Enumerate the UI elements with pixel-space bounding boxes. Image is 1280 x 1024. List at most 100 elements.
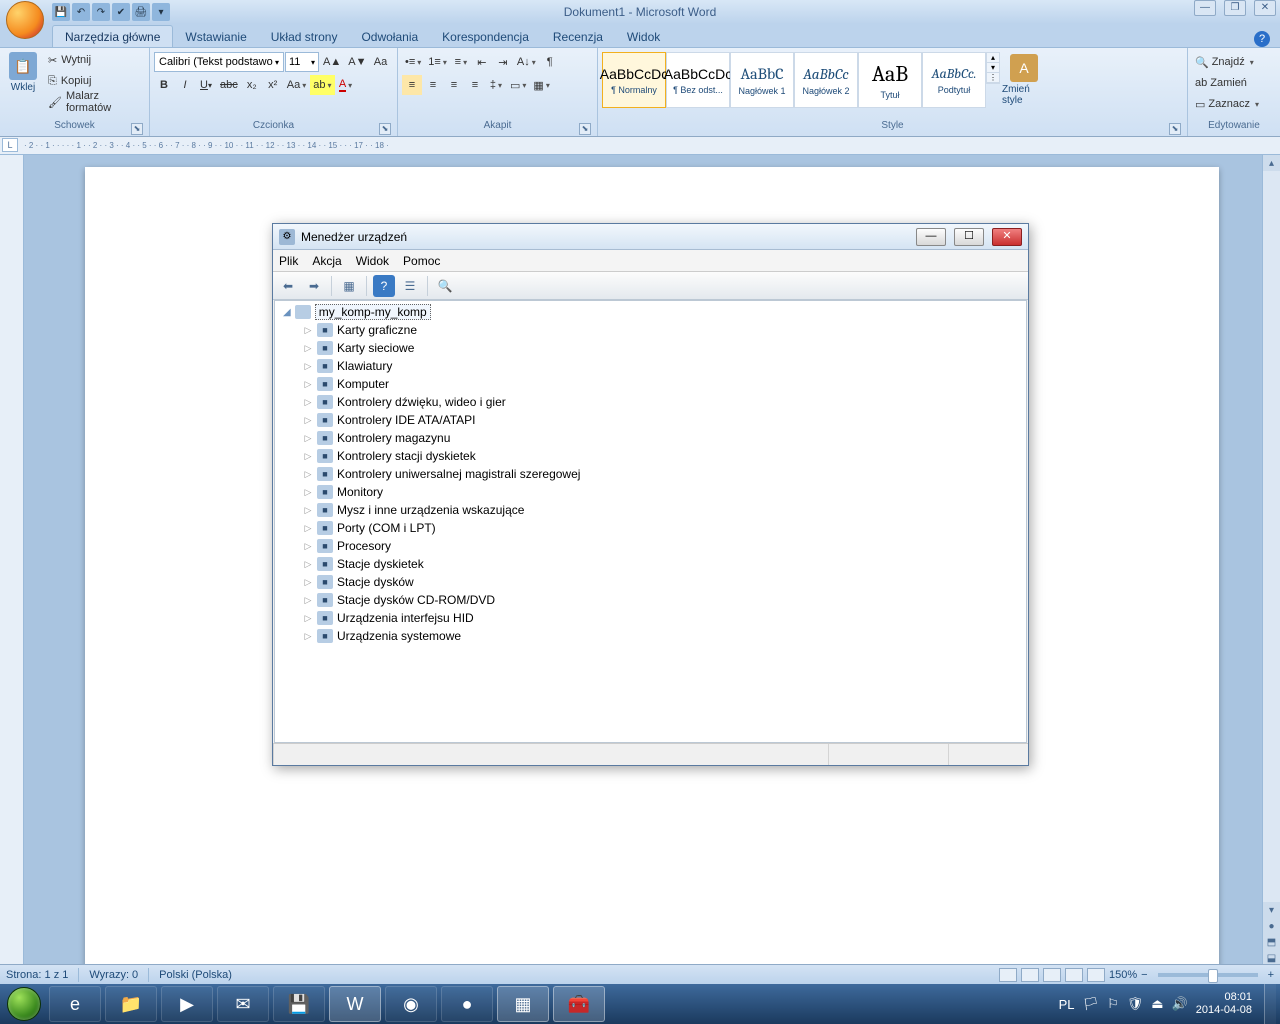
- tree-item[interactable]: ▷■Stacje dysków CD-ROM/DVD: [275, 591, 1026, 609]
- tab-view[interactable]: Widok: [615, 26, 672, 47]
- strike-button[interactable]: abc: [217, 75, 241, 95]
- style-nospace[interactable]: AaBbCcDc¶ Bez odst...: [666, 52, 730, 108]
- expand-icon[interactable]: ▷: [303, 448, 313, 464]
- devmgr-minimize[interactable]: —: [916, 228, 946, 246]
- show-hide-tree-icon[interactable]: ▦: [338, 275, 360, 297]
- back-icon[interactable]: ⬅: [277, 275, 299, 297]
- vertical-ruler[interactable]: [0, 155, 24, 984]
- line-spacing-button[interactable]: ‡: [486, 75, 506, 95]
- devmgr-maximize[interactable]: ☐: [954, 228, 984, 246]
- status-words[interactable]: Wyrazy: 0: [89, 969, 138, 981]
- view-fullscreen[interactable]: [1021, 968, 1039, 982]
- tray-volume-icon[interactable]: 🔊: [1172, 996, 1188, 1012]
- font-size-combo[interactable]: 11▾: [285, 52, 319, 72]
- tab-home[interactable]: Narzędzia główne: [52, 25, 173, 47]
- close-button[interactable]: ✕: [1254, 0, 1276, 16]
- qat-more-icon[interactable]: ▾: [152, 3, 170, 21]
- task-ie[interactable]: e: [49, 986, 101, 1022]
- sort-button[interactable]: A↓: [514, 52, 539, 72]
- tree-item[interactable]: ▷■Klawiatury: [275, 357, 1026, 375]
- tree-item[interactable]: ▷■Procesory: [275, 537, 1026, 555]
- style-normal[interactable]: AaBbCcDc¶ Normalny: [602, 52, 666, 108]
- align-right-button[interactable]: ≡: [444, 75, 464, 95]
- expand-icon[interactable]: ▷: [303, 592, 313, 608]
- tray-av-icon[interactable]: 🛡: [1127, 996, 1144, 1012]
- tree-item[interactable]: ▷■Mysz i inne urządzenia wskazujące: [275, 501, 1026, 519]
- view-draft[interactable]: [1087, 968, 1105, 982]
- collapse-icon[interactable]: ◢: [283, 307, 291, 318]
- zoom-slider[interactable]: [1158, 973, 1258, 977]
- tree-item[interactable]: ▷■Kontrolery uniwersalnej magistrali sze…: [275, 465, 1026, 483]
- expand-icon[interactable]: ▷: [303, 466, 313, 482]
- tree-item[interactable]: ▷■Stacje dysków: [275, 573, 1026, 591]
- tree-item[interactable]: ▷■Kontrolery IDE ATA/ATAPI: [275, 411, 1026, 429]
- task-app1[interactable]: 💾: [273, 986, 325, 1022]
- vertical-scrollbar[interactable]: ▴▾ ●⬒⬓: [1262, 155, 1280, 966]
- numbering-button[interactable]: 1≡: [425, 52, 450, 72]
- task-mediaplayer[interactable]: ▶: [161, 986, 213, 1022]
- devmgr-close[interactable]: ✕: [992, 228, 1022, 246]
- zoom-in-button[interactable]: +: [1268, 969, 1274, 981]
- style-heading1[interactable]: AaBbCNagłówek 1: [730, 52, 794, 108]
- tree-item[interactable]: ▷■Kontrolery dźwięku, wideo i gier: [275, 393, 1026, 411]
- tree-root[interactable]: ◢ my_komp-my_komp: [275, 303, 1026, 321]
- indent-increase-button[interactable]: ⇥: [493, 52, 513, 72]
- change-styles-button[interactable]: A Zmień style: [1000, 52, 1048, 108]
- save-icon[interactable]: 💾: [52, 3, 70, 21]
- undo-icon[interactable]: ↶: [72, 3, 90, 21]
- change-case-button[interactable]: Aa: [284, 75, 309, 95]
- underline-button[interactable]: U▾: [196, 75, 216, 95]
- expand-icon[interactable]: ▷: [303, 376, 313, 392]
- expand-icon[interactable]: ▷: [303, 358, 313, 374]
- tree-item[interactable]: ▷■Komputer: [275, 375, 1026, 393]
- status-language[interactable]: Polski (Polska): [159, 969, 232, 981]
- borders-button[interactable]: ▦: [530, 75, 552, 95]
- justify-button[interactable]: ≡: [465, 75, 485, 95]
- redo-icon[interactable]: ↷: [92, 3, 110, 21]
- view-print-layout[interactable]: [999, 968, 1017, 982]
- menu-view[interactable]: Widok: [356, 254, 389, 268]
- zoom-value[interactable]: 150%: [1109, 969, 1137, 981]
- highlight-button[interactable]: ab: [310, 75, 334, 95]
- restore-button[interactable]: ❐: [1224, 0, 1246, 16]
- menu-file[interactable]: Plik: [279, 254, 298, 268]
- expand-icon[interactable]: ▷: [303, 502, 313, 518]
- zoom-out-button[interactable]: −: [1141, 969, 1147, 981]
- tab-review[interactable]: Recenzja: [541, 26, 615, 47]
- minimize-button[interactable]: —: [1194, 0, 1216, 16]
- expand-icon[interactable]: ▷: [303, 340, 313, 356]
- show-desktop-button[interactable]: [1264, 984, 1276, 1024]
- bullets-button[interactable]: •≡: [402, 52, 424, 72]
- style-subtitle[interactable]: AaBbCc.Podtytuł: [922, 52, 986, 108]
- copy-button[interactable]: ⎘ Kopiuj: [45, 71, 145, 91]
- forward-icon[interactable]: ➡: [303, 275, 325, 297]
- shrink-font-icon[interactable]: A▼: [345, 52, 369, 72]
- find-button[interactable]: 🔍 Znajdź: [1192, 52, 1274, 72]
- tree-item[interactable]: ▷■Urządzenia interfejsu HID: [275, 609, 1026, 627]
- horizontal-ruler[interactable]: L · 2 · · 1 · · · · · 1 · · 2 · · 3 · · …: [0, 137, 1280, 155]
- status-page[interactable]: Strona: 1 z 1: [6, 969, 68, 981]
- font-name-combo[interactable]: Calibri (Tekst podstawo▾: [154, 52, 284, 72]
- tab-insert[interactable]: Wstawianie: [173, 26, 258, 47]
- style-title[interactable]: AaBTytuł: [858, 52, 922, 108]
- expand-icon[interactable]: ▷: [303, 430, 313, 446]
- task-app3[interactable]: ▦: [497, 986, 549, 1022]
- tray-action-center-icon[interactable]: ⚐: [1107, 996, 1119, 1012]
- paste-button[interactable]: 📋 Wklej: [4, 50, 42, 95]
- scan-hardware-icon[interactable]: 🔍: [434, 275, 456, 297]
- tree-item[interactable]: ▷■Porty (COM i LPT): [275, 519, 1026, 537]
- expand-icon[interactable]: ▷: [303, 412, 313, 428]
- align-center-button[interactable]: ≡: [423, 75, 443, 95]
- bold-button[interactable]: B: [154, 75, 174, 95]
- styles-scroll[interactable]: ▴▾⋮: [986, 52, 1000, 84]
- indent-decrease-button[interactable]: ⇤: [472, 52, 492, 72]
- task-chrome[interactable]: ◉: [385, 986, 437, 1022]
- tree-item[interactable]: ▷■Stacje dyskietek: [275, 555, 1026, 573]
- task-thunderbird[interactable]: ✉: [217, 986, 269, 1022]
- expand-icon[interactable]: ▷: [303, 538, 313, 554]
- help-icon[interactable]: ?: [1254, 31, 1270, 47]
- tree-item[interactable]: ▷■Monitory: [275, 483, 1026, 501]
- expand-icon[interactable]: ▷: [303, 322, 313, 338]
- expand-icon[interactable]: ▷: [303, 556, 313, 572]
- expand-icon[interactable]: ▷: [303, 484, 313, 500]
